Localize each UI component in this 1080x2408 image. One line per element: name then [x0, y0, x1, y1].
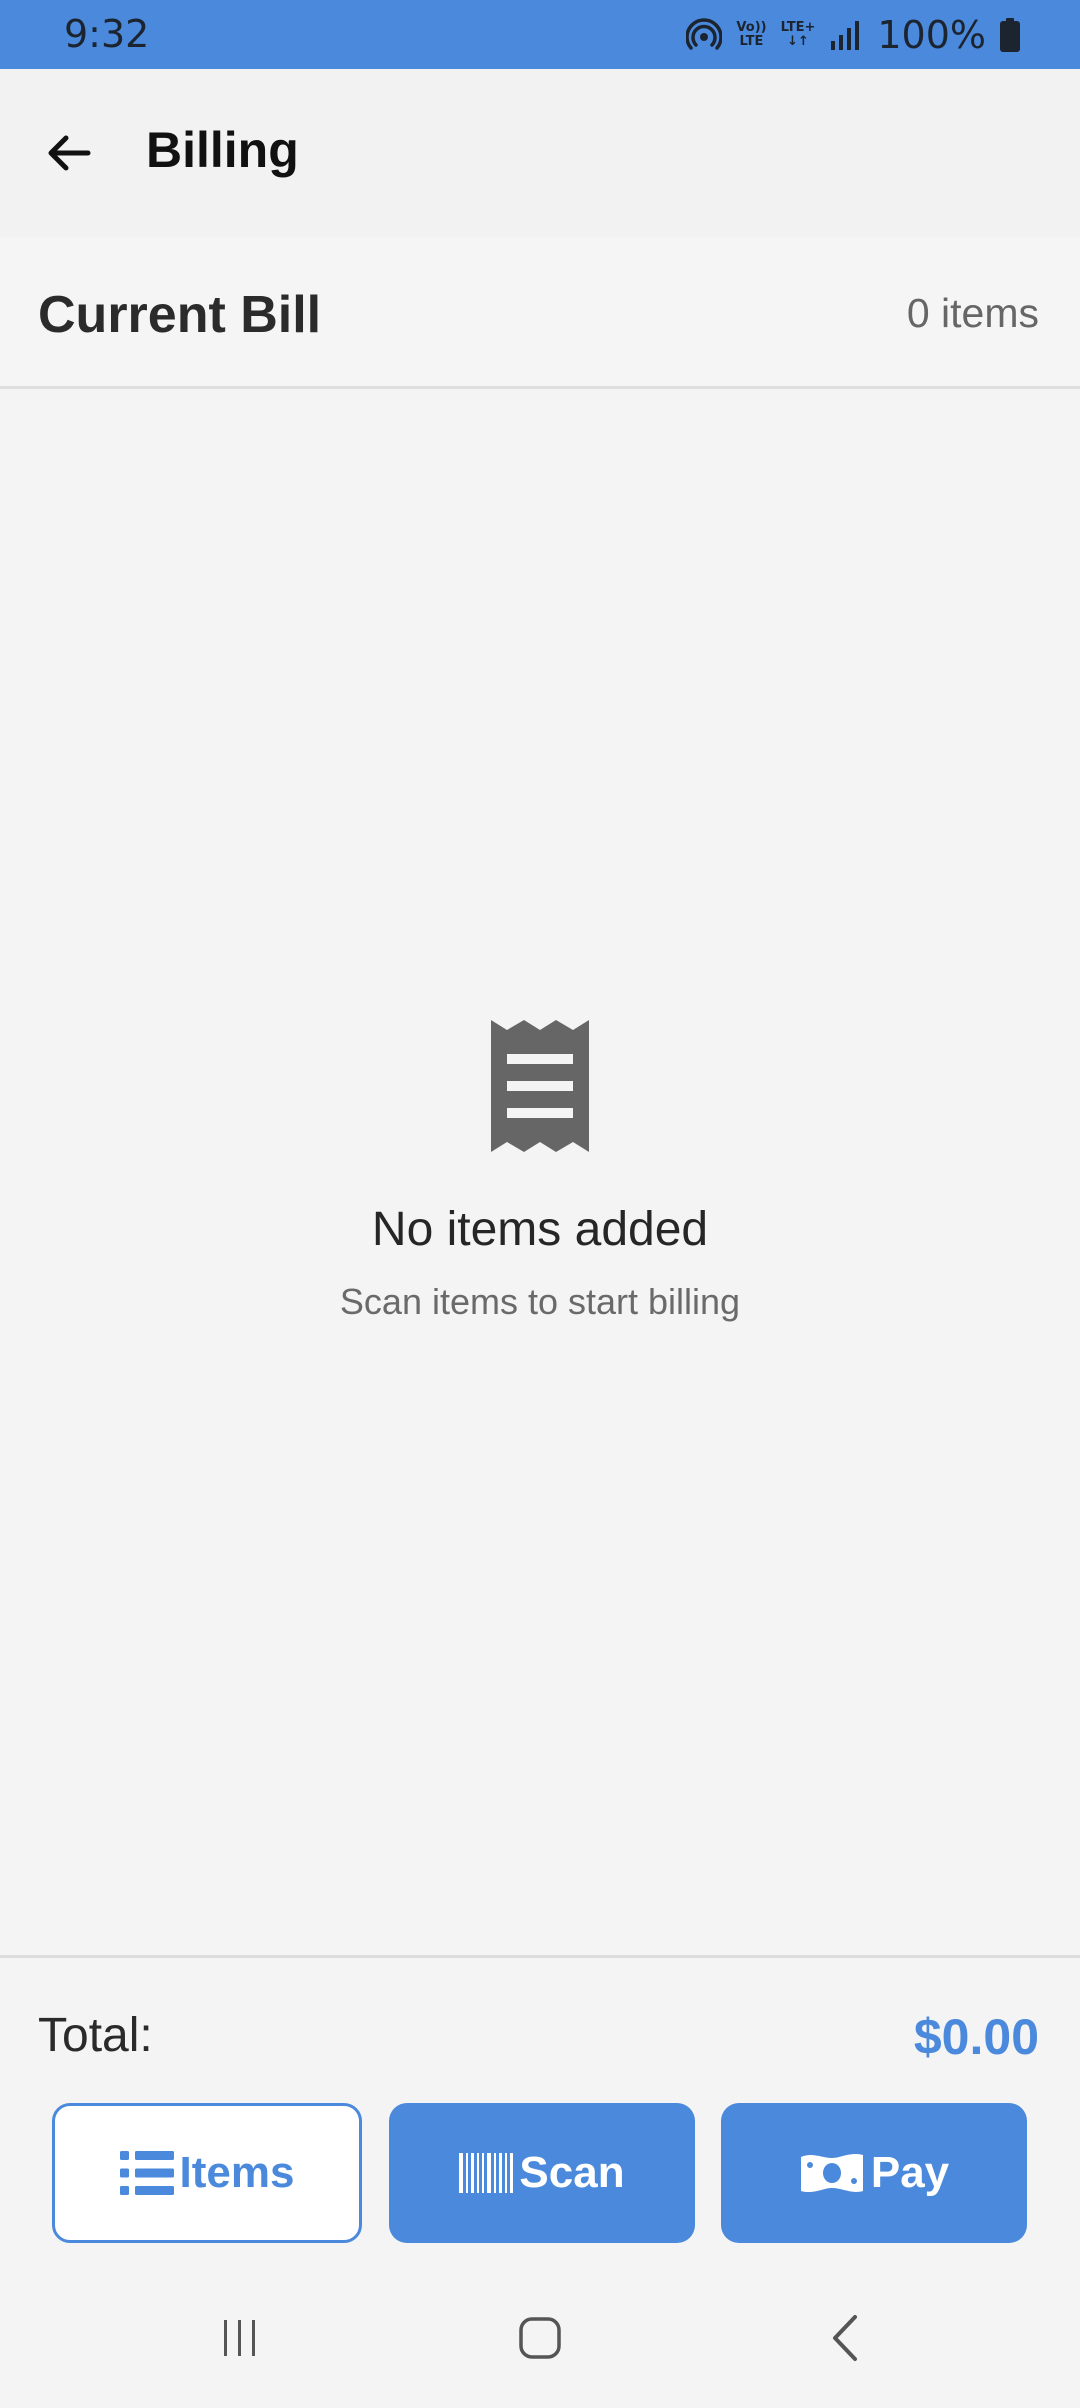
total-label: Total:	[38, 2009, 153, 2062]
lte-plus-indicator: LTE+ ↓↑	[780, 19, 816, 49]
list-icon	[119, 2151, 174, 2195]
app-bar: Billing	[0, 69, 1080, 237]
battery-icon	[1000, 17, 1020, 52]
volte-indicator: Vo)) LTE	[736, 19, 767, 49]
scan-button[interactable]: Scan	[389, 2103, 695, 2243]
status-bar: 9:32 Vo)) LTE LTE+ ↓↑ 100%	[0, 0, 1080, 69]
empty-subtitle: Scan items to start billing	[339, 1281, 741, 1322]
empty-title: No items added	[371, 1203, 709, 1256]
lte-plus-label: LTE+	[780, 19, 816, 35]
system-back-button[interactable]	[805, 2306, 885, 2370]
battery-percentage: 100%	[877, 12, 986, 57]
barcode-icon	[459, 2153, 514, 2193]
data-arrows-icon: ↓↑	[787, 33, 809, 49]
bill-footer: Total: $0.00 Items Scan Pay	[0, 1955, 1080, 2268]
scan-button-label: Scan	[519, 2148, 625, 2197]
hotspot-icon	[686, 17, 723, 53]
empty-state: No items added Scan items to start billi…	[0, 1020, 1080, 1323]
back-button[interactable]	[30, 115, 106, 191]
money-bill-icon	[800, 2153, 863, 2193]
system-nav-bar	[0, 2268, 1080, 2408]
home-button[interactable]	[500, 2306, 580, 2370]
signal-icon	[829, 19, 863, 51]
bill-title: Current Bill	[38, 286, 322, 344]
pay-button-label: Pay	[870, 2148, 950, 2197]
item-count: 0 items	[906, 290, 1039, 336]
lte-label: LTE	[739, 33, 764, 49]
recent-apps-button[interactable]	[200, 2306, 280, 2370]
chevron-left-icon	[833, 2315, 857, 2361]
page-title: Billing	[146, 122, 299, 178]
status-time: 9:32	[64, 12, 150, 56]
volte-label: Vo))	[736, 19, 767, 35]
arrow-left-icon	[48, 135, 91, 171]
recent-apps-icon	[224, 2320, 255, 2356]
receipt-icon	[491, 1020, 589, 1152]
items-button[interactable]: Items	[52, 2103, 362, 2243]
pay-button[interactable]: Pay	[721, 2103, 1027, 2243]
total-value: $0.00	[913, 2009, 1039, 2065]
home-icon	[519, 2317, 561, 2359]
status-icons: Vo)) LTE LTE+ ↓↑ 100%	[686, 0, 1020, 69]
bill-header: Current Bill 0 items	[0, 237, 1080, 389]
items-button-label: Items	[179, 2148, 295, 2197]
